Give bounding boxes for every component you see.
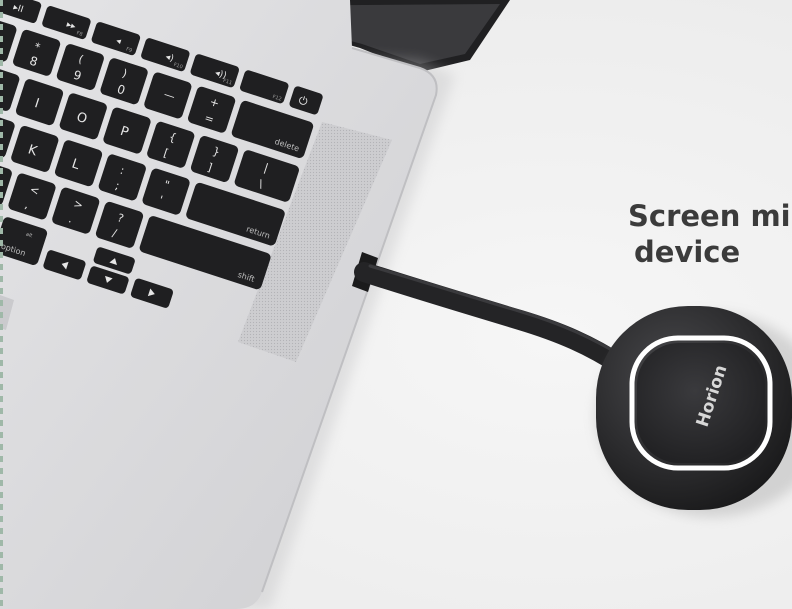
laptop-and-dongle-illustration: ▸II ▸▸ ◂ ◂) ◂)) ⏻ F8 F9 F10 F11 F12 * 8 … — [0, 0, 792, 609]
edge-marker — [0, 0, 3, 609]
cable — [354, 262, 632, 376]
wireless-dongle: Horion — [596, 306, 792, 517]
caption-line-2: device — [634, 235, 741, 269]
feature-caption: Screen mi device — [628, 198, 791, 270]
caption-line-1: Screen mi — [628, 199, 791, 233]
product-photo: ▸II ▸▸ ◂ ◂) ◂)) ⏻ F8 F9 F10 F11 F12 * 8 … — [0, 0, 792, 609]
